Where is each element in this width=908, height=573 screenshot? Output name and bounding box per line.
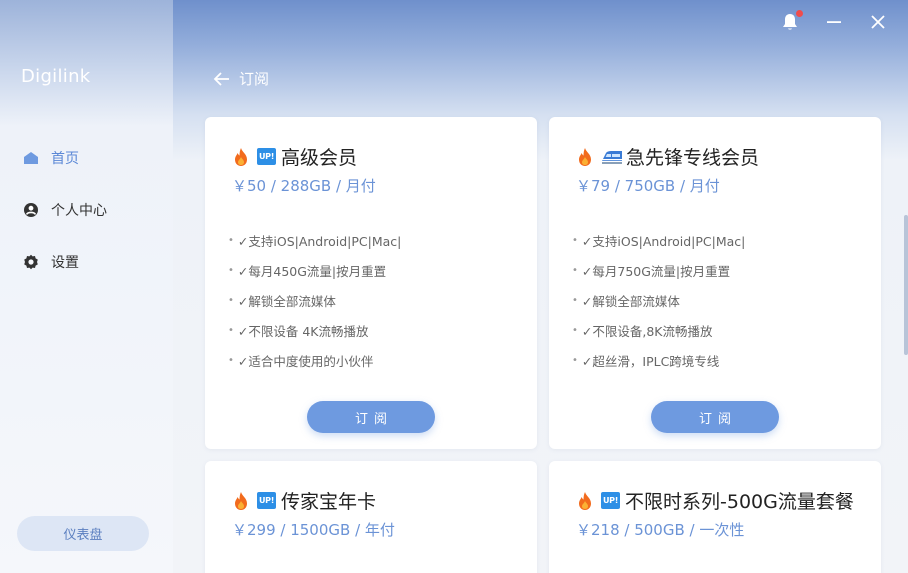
feature-item: • ✓支持iOS|Android|PC|Mac| <box>572 225 745 255</box>
feature-item: • ✓不限设备 4K流畅播放 <box>228 315 401 345</box>
scrollbar[interactable] <box>904 215 908 355</box>
feature-text: ✓解锁全部流媒体 <box>581 293 680 309</box>
feature-text: ✓适合中度使用的小伙伴 <box>237 353 374 369</box>
up-badge: UP! <box>601 492 620 509</box>
plan-features: • ✓支持iOS|Android|PC|Mac| • ✓每月750G流量|按月重置 … <box>572 225 745 375</box>
sidebar-item-profile[interactable]: 个人中心 <box>0 192 173 228</box>
bullet-icon: • <box>572 294 578 306</box>
notification-badge <box>796 10 803 17</box>
plan-price: ￥218 / 500GB / 一次性 <box>576 521 745 539</box>
plan-price: ￥50 / 288GB / 月付 <box>232 177 376 195</box>
feature-item: • ✓超丝滑，IPLC跨境专线 <box>572 345 745 375</box>
close-icon[interactable] <box>868 12 888 32</box>
feature-item: • ✓解锁全部流媒体 <box>572 285 745 315</box>
plan-title: 高级会员 <box>281 147 358 169</box>
sidebar-item-home[interactable]: 首页 <box>0 140 173 176</box>
bullet-icon: • <box>228 264 234 276</box>
feature-item: • ✓每月450G流量|按月重置 <box>228 255 401 285</box>
user-icon <box>23 202 39 218</box>
fire-icon <box>235 147 247 166</box>
plan-header: UP! 不限时系列-500G流量套餐 <box>576 487 854 514</box>
feature-item: • ✓支持iOS|Android|PC|Mac| <box>228 225 401 255</box>
arrow-left-icon <box>213 71 229 86</box>
feature-item: • ✓适合中度使用的小伙伴 <box>228 345 401 375</box>
feature-item: • ✓不限设备,8K流畅播放 <box>572 315 745 345</box>
feature-text: ✓每月750G流量|按月重置 <box>581 263 731 279</box>
back-button[interactable]: 订阅 <box>213 68 269 89</box>
sidebar-item-label: 个人中心 <box>51 203 107 219</box>
feature-text: ✓解锁全部流媒体 <box>237 293 336 309</box>
feature-text: ✓不限设备 4K流畅播放 <box>237 323 369 339</box>
bullet-icon: • <box>572 234 578 246</box>
bullet-icon: • <box>572 324 578 336</box>
plan-title: 不限时系列-500G流量套餐 <box>625 491 854 513</box>
minimize-icon[interactable] <box>824 12 844 32</box>
home-icon <box>23 150 39 166</box>
up-badge: UP! <box>257 492 276 509</box>
feature-text: ✓不限设备,8K流畅播放 <box>581 323 713 339</box>
sidebar-nav: 首页 个人中心 设置 <box>0 140 173 296</box>
window-controls <box>768 0 908 44</box>
plan-title: 急先锋专线会员 <box>626 147 760 169</box>
fire-icon <box>235 491 247 510</box>
app-brand: Digilink <box>21 66 91 87</box>
bullet-icon: • <box>572 354 578 366</box>
feature-text: ✓支持iOS|Android|PC|Mac| <box>581 233 746 249</box>
bullet-icon: • <box>228 294 234 306</box>
plan-features: • ✓支持iOS|Android|PC|Mac| • ✓每月450G流量|按月重置 … <box>228 225 401 375</box>
plan-price: ￥299 / 1500GB / 年付 <box>232 521 395 539</box>
sidebar-item-label: 设置 <box>51 255 79 271</box>
sidebar-item-label: 首页 <box>51 151 79 167</box>
feature-item: • ✓每月750G流量|按月重置 <box>572 255 745 285</box>
feature-text: ✓支持iOS|Android|PC|Mac| <box>237 233 402 249</box>
subscribe-button[interactable]: 订阅 <box>307 401 435 433</box>
plan-header: UP! 传家宝年卡 <box>232 487 376 514</box>
feature-item: • ✓解锁全部流媒体 <box>228 285 401 315</box>
plan-card: UP! 高级会员 ￥50 / 288GB / 月付 • ✓支持iOS|Androi… <box>205 117 537 449</box>
feature-text: ✓超丝滑，IPLC跨境专线 <box>581 353 720 369</box>
bullet-icon: • <box>228 354 234 366</box>
plan-title: 传家宝年卡 <box>281 491 377 513</box>
page-title: 订阅 <box>239 70 270 88</box>
plan-price: ￥79 / 750GB / 月付 <box>576 177 720 195</box>
bullet-icon: • <box>572 264 578 276</box>
bullet-icon: • <box>228 234 234 246</box>
up-badge: UP! <box>257 148 276 165</box>
plan-card: UP! 不限时系列-500G流量套餐 ￥218 / 500GB / 一次性 <box>549 461 881 573</box>
bullet-icon: • <box>228 324 234 336</box>
plan-card: UP! 传家宝年卡 ￥299 / 1500GB / 年付 <box>205 461 537 573</box>
sidebar-item-settings[interactable]: 设置 <box>0 244 173 280</box>
feature-text: ✓每月450G流量|按月重置 <box>237 263 387 279</box>
fire-icon <box>579 491 591 510</box>
plan-card: 急先锋专线会员 ￥79 / 750GB / 月付 • ✓支持iOS|Android… <box>549 117 881 449</box>
subscribe-button[interactable]: 订阅 <box>651 401 779 433</box>
dashboard-button[interactable]: 仪表盘 <box>17 516 149 551</box>
gear-icon <box>23 254 39 270</box>
train-icon <box>602 150 622 164</box>
sidebar: Digilink 首页 个人中心 设置 仪表盘 <box>0 0 173 573</box>
fire-icon <box>579 147 591 166</box>
plan-header: 急先锋专线会员 <box>576 143 759 170</box>
plan-header: UP! 高级会员 <box>232 143 357 170</box>
main-content: 订阅 UP! 高级会员 ￥50 / 288GB / 月付 • ✓支持iOS|And… <box>173 0 908 573</box>
